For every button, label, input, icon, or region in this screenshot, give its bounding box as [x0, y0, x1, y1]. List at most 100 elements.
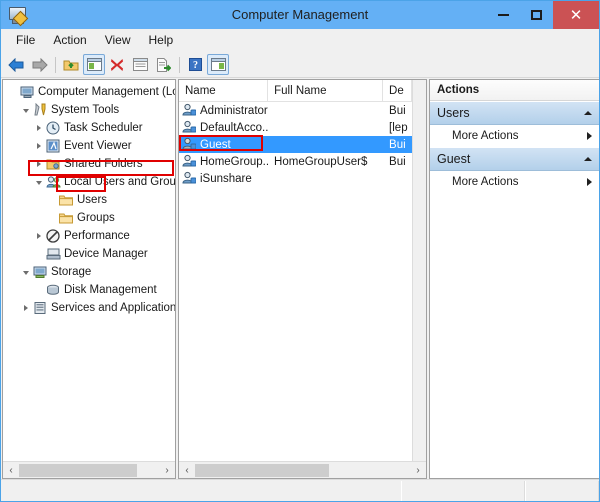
tree-scroll-track[interactable] [19, 463, 159, 478]
tree-expander-collapsed[interactable] [32, 143, 45, 149]
device-manager-icon [46, 248, 61, 260]
tree-item-groups[interactable]: Groups [3, 209, 175, 227]
tree-expander-collapsed[interactable] [32, 161, 45, 167]
user-account-icon [182, 103, 197, 115]
status-bar [1, 479, 599, 501]
tree-scroll-left-button[interactable]: ‹ [3, 463, 19, 478]
tree-item-local-users-and-groups[interactable]: Local Users and Groups [3, 173, 175, 191]
account-name-label: HomeGroup... [200, 155, 269, 168]
table-row[interactable]: Administrator Bui [179, 102, 412, 119]
actions-pane-header: Actions [430, 80, 599, 101]
computer-management-window: Computer Management ✕ File Action View H… [0, 0, 600, 502]
menu-help[interactable]: Help [140, 31, 183, 49]
tree-item-icon-wrap [32, 301, 49, 315]
export-list-button[interactable] [152, 54, 174, 75]
cell-name: HomeGroup... [179, 154, 268, 170]
list-scroll-track[interactable] [195, 463, 410, 478]
table-row[interactable]: Guest Bui [179, 136, 412, 153]
list-scroll-left-button[interactable]: ‹ [179, 463, 195, 478]
up-one-level-button[interactable] [60, 54, 82, 75]
menu-file[interactable]: File [7, 31, 44, 49]
console-tree-pane: Computer Management (Local System Tools Ta… [2, 79, 176, 479]
actions-section-users[interactable]: Users [430, 101, 599, 125]
menu-view[interactable]: View [96, 31, 140, 49]
tree-item-event-viewer[interactable]: Event Viewer [3, 137, 175, 155]
guest-account-icon [182, 137, 197, 149]
tree-item-computer-management[interactable]: Computer Management (Local [3, 83, 175, 101]
minimize-button[interactable] [487, 1, 520, 29]
help-button[interactable]: ? [184, 54, 206, 75]
tree-item-system-tools[interactable]: System Tools [3, 101, 175, 119]
table-row[interactable]: iSunshare [179, 170, 412, 187]
chevron-up-icon[interactable] [584, 157, 592, 161]
tree-item-label: Storage [51, 266, 92, 278]
tree-item-icon-wrap [45, 157, 62, 171]
tree-expander-collapsed[interactable] [32, 233, 45, 239]
computer-management-icon [6, 4, 29, 27]
actions-section-guest[interactable]: Guest [430, 147, 599, 171]
chevron-right-icon [36, 161, 41, 167]
show-hide-console-tree-button[interactable] [83, 54, 105, 75]
list-column-header[interactable]: Name [179, 80, 269, 101]
close-button[interactable]: ✕ [553, 1, 599, 29]
back-button[interactable] [5, 54, 27, 75]
chevron-up-icon[interactable] [584, 111, 592, 115]
tree-item-shared-folders[interactable]: Shared Folders [3, 155, 175, 173]
tree-item-disk-management[interactable]: Disk Management [3, 281, 175, 299]
delete-button[interactable] [106, 54, 128, 75]
actions-body: Users More Actions Guest More Actions [430, 101, 599, 193]
tree-item-device-manager[interactable]: Device Manager [3, 245, 175, 263]
cell-description: Bui [389, 138, 406, 151]
menu-action[interactable]: Action [44, 31, 95, 49]
cell-full-name: HomeGroupUser$ [274, 155, 368, 168]
tree-expander-collapsed[interactable] [32, 125, 45, 131]
account-name-label: Guest [200, 138, 231, 151]
tree-item-performance[interactable]: Performance [3, 227, 175, 245]
more-actions-users[interactable]: More Actions [430, 125, 599, 147]
forward-button[interactable] [28, 54, 50, 75]
shared-folders-icon [46, 159, 60, 170]
tree-expander-expanded[interactable] [19, 107, 32, 113]
actions-pane: Actions Users More Actions Guest More Actio… [429, 79, 599, 479]
tree-item-task-scheduler[interactable]: Task Scheduler [3, 119, 175, 137]
list-vertical-scrollbar[interactable] [412, 80, 426, 461]
tree-item-storage[interactable]: Storage [3, 263, 175, 281]
list-scroll-right-button[interactable]: › [410, 463, 426, 478]
tree-expander-expanded[interactable] [32, 179, 45, 185]
toolbar-separator-2 [179, 56, 180, 73]
show-hide-action-pane-button[interactable] [207, 54, 229, 75]
tree-scroll-area[interactable]: Computer Management (Local System Tools Ta… [3, 80, 175, 461]
chevron-down-icon [35, 181, 42, 185]
user-account-icon [182, 154, 197, 166]
table-row[interactable]: DefaultAcco... [lep [179, 119, 412, 136]
tree-item-icon-wrap [19, 85, 36, 99]
disk-management-icon [47, 284, 59, 295]
tree-expander-expanded[interactable] [19, 269, 32, 275]
title-bar: Computer Management ✕ [1, 1, 599, 29]
properties-button[interactable] [129, 54, 151, 75]
maximize-button[interactable] [520, 1, 553, 29]
maximize-icon [531, 10, 542, 20]
tree-expander-collapsed[interactable] [19, 305, 32, 311]
tree-scroll-thumb[interactable] [19, 463, 137, 477]
list-column-header[interactable]: De [383, 80, 412, 101]
account-icon-wrap [182, 103, 198, 119]
folder-icon [59, 213, 73, 224]
svg-text:?: ? [193, 60, 198, 71]
more-actions-guest[interactable]: More Actions [430, 171, 599, 193]
tree-item-users[interactable]: Users [3, 191, 175, 209]
tree-horizontal-scrollbar[interactable]: ‹ › [3, 461, 175, 478]
users-list-pane: Name Full Name De Administrator Bui DefaultA… [178, 79, 427, 479]
list-scroll-thumb[interactable] [195, 463, 329, 477]
window-controls: ✕ [487, 1, 599, 29]
question-mark-icon: ? [188, 58, 202, 71]
status-cell-main [1, 481, 401, 501]
table-row[interactable]: HomeGroup... HomeGroupUser$ Bui [179, 153, 412, 170]
tree-item-services-and-applications[interactable]: Services and Applications [3, 299, 175, 317]
list-horizontal-scrollbar[interactable]: ‹ › [179, 461, 426, 478]
tree-scroll-right-button[interactable]: › [159, 463, 175, 478]
user-account-icon [182, 171, 197, 183]
toolbar: ? [1, 52, 599, 78]
action-item-label: More Actions [452, 130, 519, 142]
list-column-header[interactable]: Full Name [268, 80, 384, 101]
